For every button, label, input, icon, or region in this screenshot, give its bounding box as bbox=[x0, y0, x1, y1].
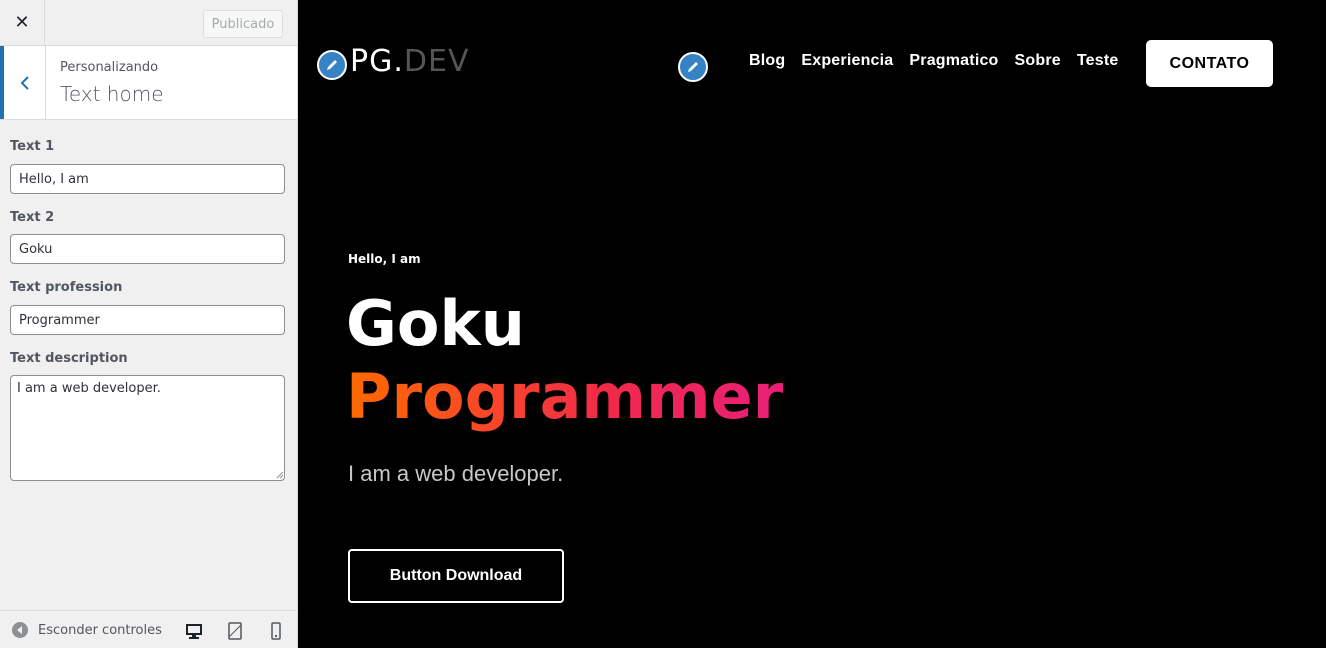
customizer-footer: Esconder controles bbox=[0, 610, 297, 648]
nav-link-teste[interactable]: Teste bbox=[1077, 52, 1119, 70]
text-description-textarea[interactable]: I am a web developer. bbox=[10, 375, 285, 481]
chevron-left-icon bbox=[20, 75, 29, 90]
pencil-icon bbox=[327, 60, 337, 70]
contato-button[interactable]: CONTATO bbox=[1146, 40, 1273, 87]
close-icon: ✕ bbox=[14, 12, 30, 33]
desktop-icon[interactable] bbox=[185, 622, 203, 640]
pencil-icon bbox=[688, 62, 698, 72]
publish-button[interactable]: Publicado bbox=[203, 10, 283, 38]
download-button[interactable]: Button Download bbox=[348, 549, 564, 603]
text2-input[interactable] bbox=[10, 234, 285, 264]
nav-link-sobre[interactable]: Sobre bbox=[1015, 52, 1061, 70]
mobile-icon[interactable] bbox=[267, 622, 285, 640]
text1-input[interactable] bbox=[10, 164, 285, 194]
text-description-label: Text description bbox=[10, 351, 128, 366]
section-header: Personalizando Text home bbox=[0, 46, 297, 120]
customizer-sidebar: ✕ Publicado Personalizando Text home Tex… bbox=[0, 0, 298, 648]
logo-text-dot: . bbox=[393, 44, 404, 79]
nav-link-experiencia[interactable]: Experiencia bbox=[801, 52, 893, 70]
tablet-icon[interactable] bbox=[226, 622, 244, 640]
hero-description: I am a web developer. bbox=[348, 461, 564, 486]
logo-text-pg: PG bbox=[350, 44, 394, 79]
edit-logo-shortcut[interactable] bbox=[317, 50, 347, 80]
hero-profession: Programmer bbox=[346, 360, 784, 433]
hero-name: Goku bbox=[346, 287, 525, 360]
logo-text-dev: DEV bbox=[403, 44, 470, 79]
nav-link-blog[interactable]: Blog bbox=[749, 52, 785, 70]
back-button[interactable] bbox=[0, 46, 46, 119]
text1-label: Text 1 bbox=[10, 139, 55, 154]
edit-menu-shortcut[interactable] bbox=[678, 52, 708, 82]
close-customizer-button[interactable]: ✕ bbox=[0, 0, 45, 45]
customizer-header: ✕ Publicado bbox=[0, 0, 297, 46]
hide-controls-button[interactable]: Esconder controles bbox=[12, 611, 162, 648]
site-logo[interactable]: PG.DEV bbox=[350, 44, 469, 79]
hide-controls-label: Esconder controles bbox=[38, 622, 162, 638]
breadcrumb: Personalizando bbox=[60, 60, 159, 75]
text2-label: Text 2 bbox=[10, 210, 55, 225]
hero-greeting: Hello, I am bbox=[348, 252, 421, 266]
collapse-icon bbox=[12, 622, 28, 638]
nav-link-pragmatico[interactable]: Pragmatico bbox=[909, 52, 998, 70]
text-profession-input[interactable] bbox=[10, 305, 285, 335]
main-nav: Blog Experiencia Pragmatico Sobre Teste bbox=[749, 52, 1118, 70]
section-title: Text home bbox=[60, 82, 164, 106]
text-profession-label: Text profession bbox=[10, 280, 123, 295]
resize-grip-icon[interactable] bbox=[276, 471, 284, 479]
